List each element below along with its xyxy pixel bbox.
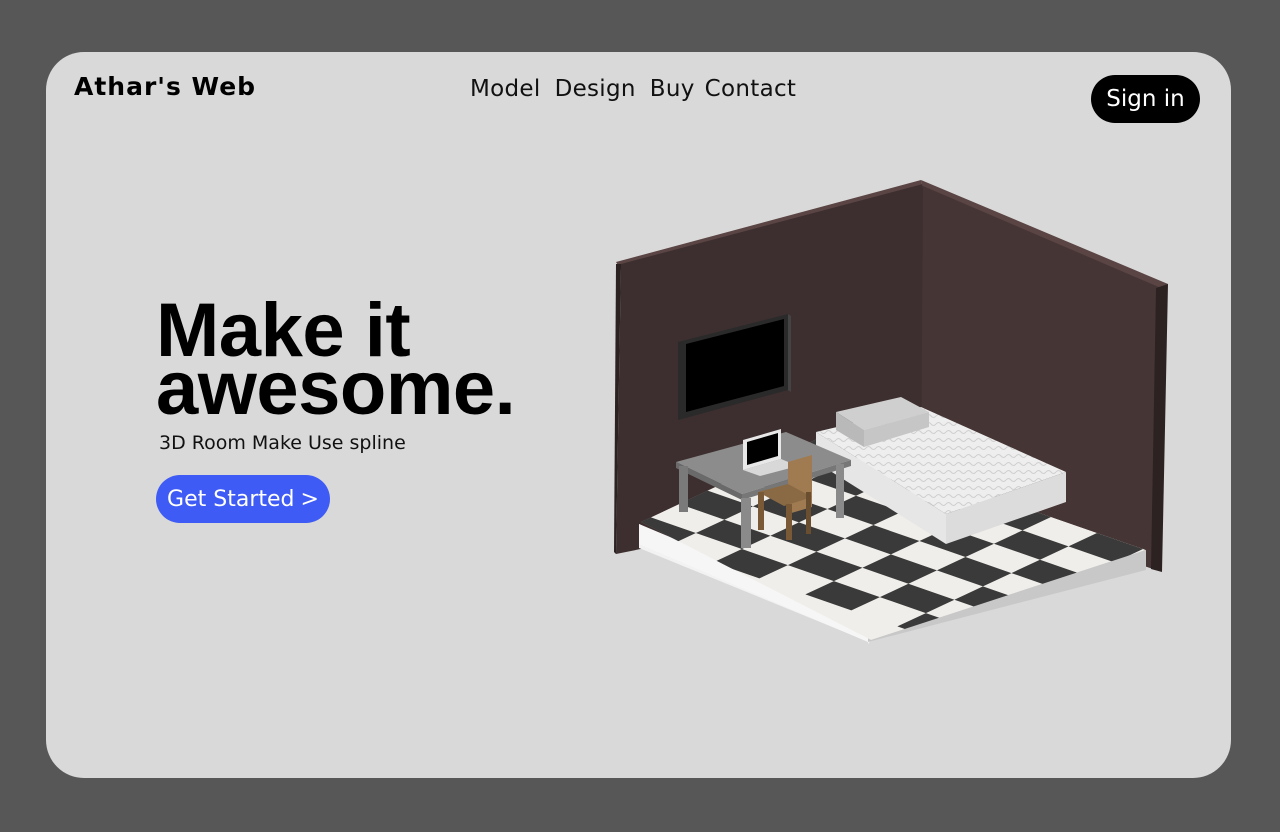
hero-card: Athar's Web Model Design Buy Contact Sig…	[46, 52, 1231, 778]
room-3d-illustration	[614, 180, 1168, 644]
